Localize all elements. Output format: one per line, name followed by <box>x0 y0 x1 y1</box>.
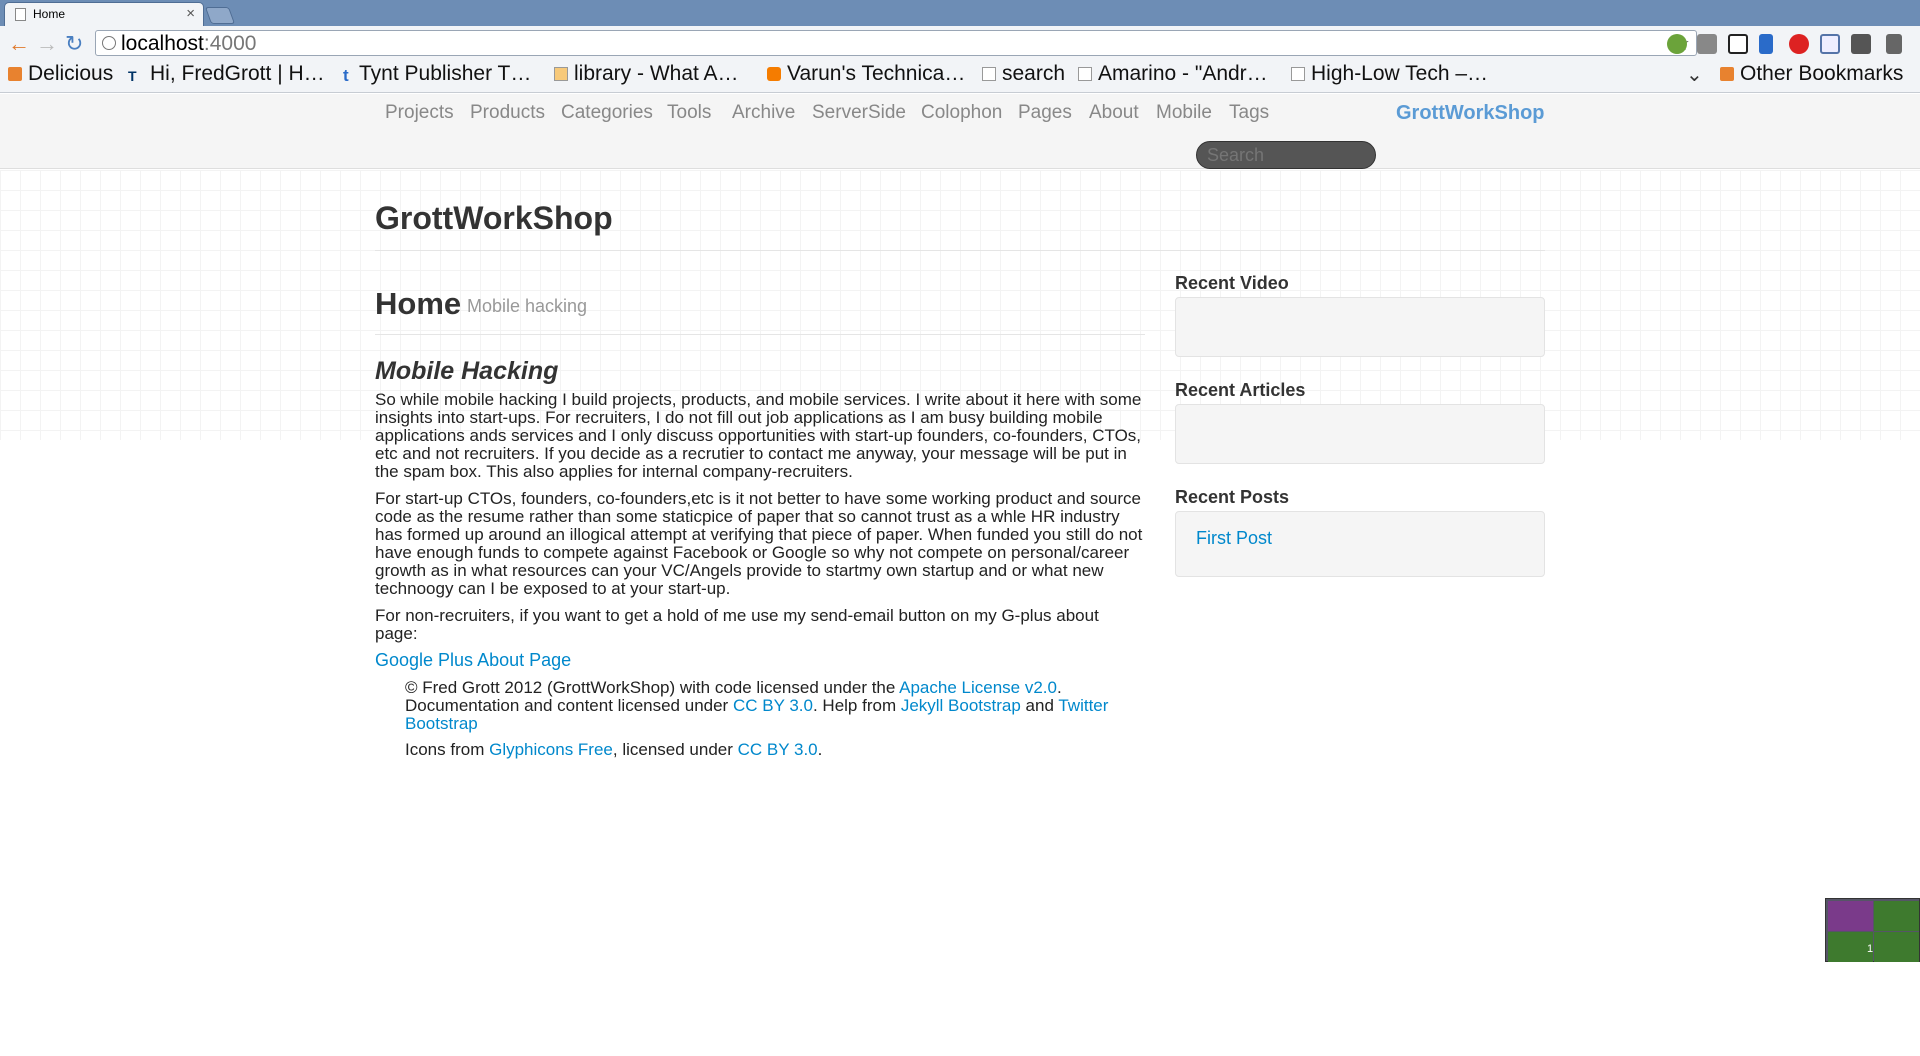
glyphicons-link[interactable]: Glyphicons Free <box>489 740 613 759</box>
site-title: GrottWorkShop <box>375 200 613 236</box>
new-tab-button[interactable] <box>204 7 236 24</box>
bookmark-item[interactable]: t Tynt Publisher T… <box>343 62 531 86</box>
extension-list-icon[interactable] <box>1820 34 1840 54</box>
wrench-icon[interactable] <box>1886 34 1902 54</box>
extension-opera-icon[interactable] <box>1789 34 1809 54</box>
bookmark-item[interactable]: Amarino - "Andr… <box>1078 62 1268 86</box>
apache-license-link[interactable]: Apache License v2.0 <box>899 678 1057 697</box>
divider <box>375 250 1545 251</box>
brand-link[interactable]: GrottWorkShop <box>1396 102 1545 125</box>
jekyll-bootstrap-link[interactable]: Jekyll Bootstrap <box>901 696 1021 715</box>
recent-posts-heading: Recent Posts <box>1175 487 1290 507</box>
site-icon: T <box>128 68 137 84</box>
bookmark-item-other[interactable]: Other Bookmarks <box>1720 62 1903 86</box>
browser-toolbar: ← → ↻ localhost:4000 ☆ <box>0 26 1920 60</box>
footer-text: . Help from <box>812 696 901 715</box>
nav-colophon[interactable]: Colophon <box>921 102 1002 124</box>
workspace-switcher[interactable]: 1 <box>1825 898 1920 962</box>
close-icon[interactable]: × <box>186 5 195 22</box>
bookmarks-bar: Delicious T Hi, FredGrott | H… t Tynt Publ… <box>0 60 1920 93</box>
bookmark-item[interactable]: search <box>982 62 1065 86</box>
recent-video-box <box>1175 297 1545 357</box>
nav-tags[interactable]: Tags <box>1229 102 1269 124</box>
workspace-cell[interactable] <box>1828 901 1873 931</box>
page-icon <box>15 8 26 21</box>
nav-categories[interactable]: Categories <box>561 102 653 124</box>
cc-by-link[interactable]: CC BY 3.0 <box>738 740 818 759</box>
blogger-icon <box>767 67 781 81</box>
reload-icon[interactable]: ↻ <box>65 31 83 57</box>
page-icon <box>1078 67 1092 81</box>
divider <box>375 334 1145 335</box>
nav-products[interactable]: Products <box>470 102 545 124</box>
page-subtitle: Mobile hacking <box>467 296 588 316</box>
first-post-link[interactable]: First Post <box>1196 528 1272 549</box>
workspace-cell[interactable] <box>1874 932 1919 962</box>
extension-evernote-icon[interactable] <box>1667 34 1687 54</box>
extension-box-icon[interactable] <box>1697 34 1717 54</box>
footer-text: , licensed under <box>612 740 738 759</box>
bookmark-item[interactable]: High-Low Tech –… <box>1291 62 1488 86</box>
footer-icons: Icons from Glyphicons Free, licensed und… <box>405 741 1155 759</box>
google-plus-link[interactable]: Google Plus About Page <box>375 650 571 671</box>
nav-serverside[interactable]: ServerSide <box>812 102 906 124</box>
cc-by-link[interactable]: CC BY 3.0 <box>733 696 813 715</box>
footer-text: . <box>817 740 823 759</box>
bookmark-item[interactable]: T Hi, FredGrott | H… <box>128 62 325 86</box>
recent-articles-box <box>1175 404 1545 464</box>
workspace-number: 1 <box>1867 943 1874 955</box>
recent-video-heading: Recent Video <box>1175 273 1289 293</box>
folder-icon <box>1720 67 1734 81</box>
workspace-cell[interactable] <box>1874 901 1919 931</box>
site-icon <box>554 67 568 81</box>
recent-posts-box: First Post <box>1175 511 1545 577</box>
extension-photo-icon[interactable] <box>1851 34 1871 54</box>
url-text: localhost:4000 <box>121 32 257 55</box>
forward-icon[interactable]: → <box>36 31 58 57</box>
footer-text: Icons from <box>405 740 490 759</box>
page-title: Home <box>375 286 462 321</box>
tab-strip: Home × <box>0 0 1920 26</box>
tab-title: Home <box>33 7 66 21</box>
nav-tools[interactable]: Tools <box>667 102 711 124</box>
post-paragraph: For non-recruiters, if you want to get a… <box>375 606 1099 643</box>
bookmark-item[interactable]: library - What A… <box>554 62 739 86</box>
footer-license: © Fred Grott 2012 (GrottWorkShop) with c… <box>405 679 1155 733</box>
post-title: Mobile Hacking <box>375 357 559 385</box>
recent-articles-heading: Recent Articles <box>1175 380 1306 400</box>
page-icon <box>982 67 996 81</box>
footer-text: © Fred Grott 2012 (GrottWorkShop) with c… <box>405 678 900 697</box>
nav-mobile[interactable]: Mobile <box>1156 102 1212 124</box>
nav-archive[interactable]: Archive <box>732 102 795 124</box>
tab-home[interactable]: Home × <box>4 2 204 26</box>
bookmark-item[interactable]: Delicious <box>8 62 113 86</box>
nav-about[interactable]: About <box>1089 102 1139 124</box>
extension-y-icon[interactable] <box>1759 34 1773 54</box>
site-icon: t <box>343 66 349 85</box>
extension-screen-icon[interactable] <box>1728 34 1748 54</box>
nav-pages[interactable]: Pages <box>1018 102 1072 124</box>
address-bar[interactable]: localhost:4000 ☆ <box>95 30 1697 56</box>
search-input[interactable] <box>1196 141 1376 169</box>
post-paragraph: For start-up CTOs, founders, co-founders… <box>375 489 1143 598</box>
folder-icon <box>8 67 22 81</box>
post-paragraph: So while mobile hacking I build projects… <box>375 390 1142 481</box>
back-icon[interactable]: ← <box>8 31 30 57</box>
page-icon <box>1291 67 1305 81</box>
globe-icon <box>102 36 116 50</box>
nav-projects[interactable]: Projects <box>385 102 454 124</box>
footer-text: and <box>1020 696 1059 715</box>
chevron-down-icon[interactable]: ⌄ <box>1686 62 1703 87</box>
site-navbar: Projects Products Categories Tools Archi… <box>0 94 1920 169</box>
bookmark-item[interactable]: Varun's Technica… <box>767 62 965 86</box>
